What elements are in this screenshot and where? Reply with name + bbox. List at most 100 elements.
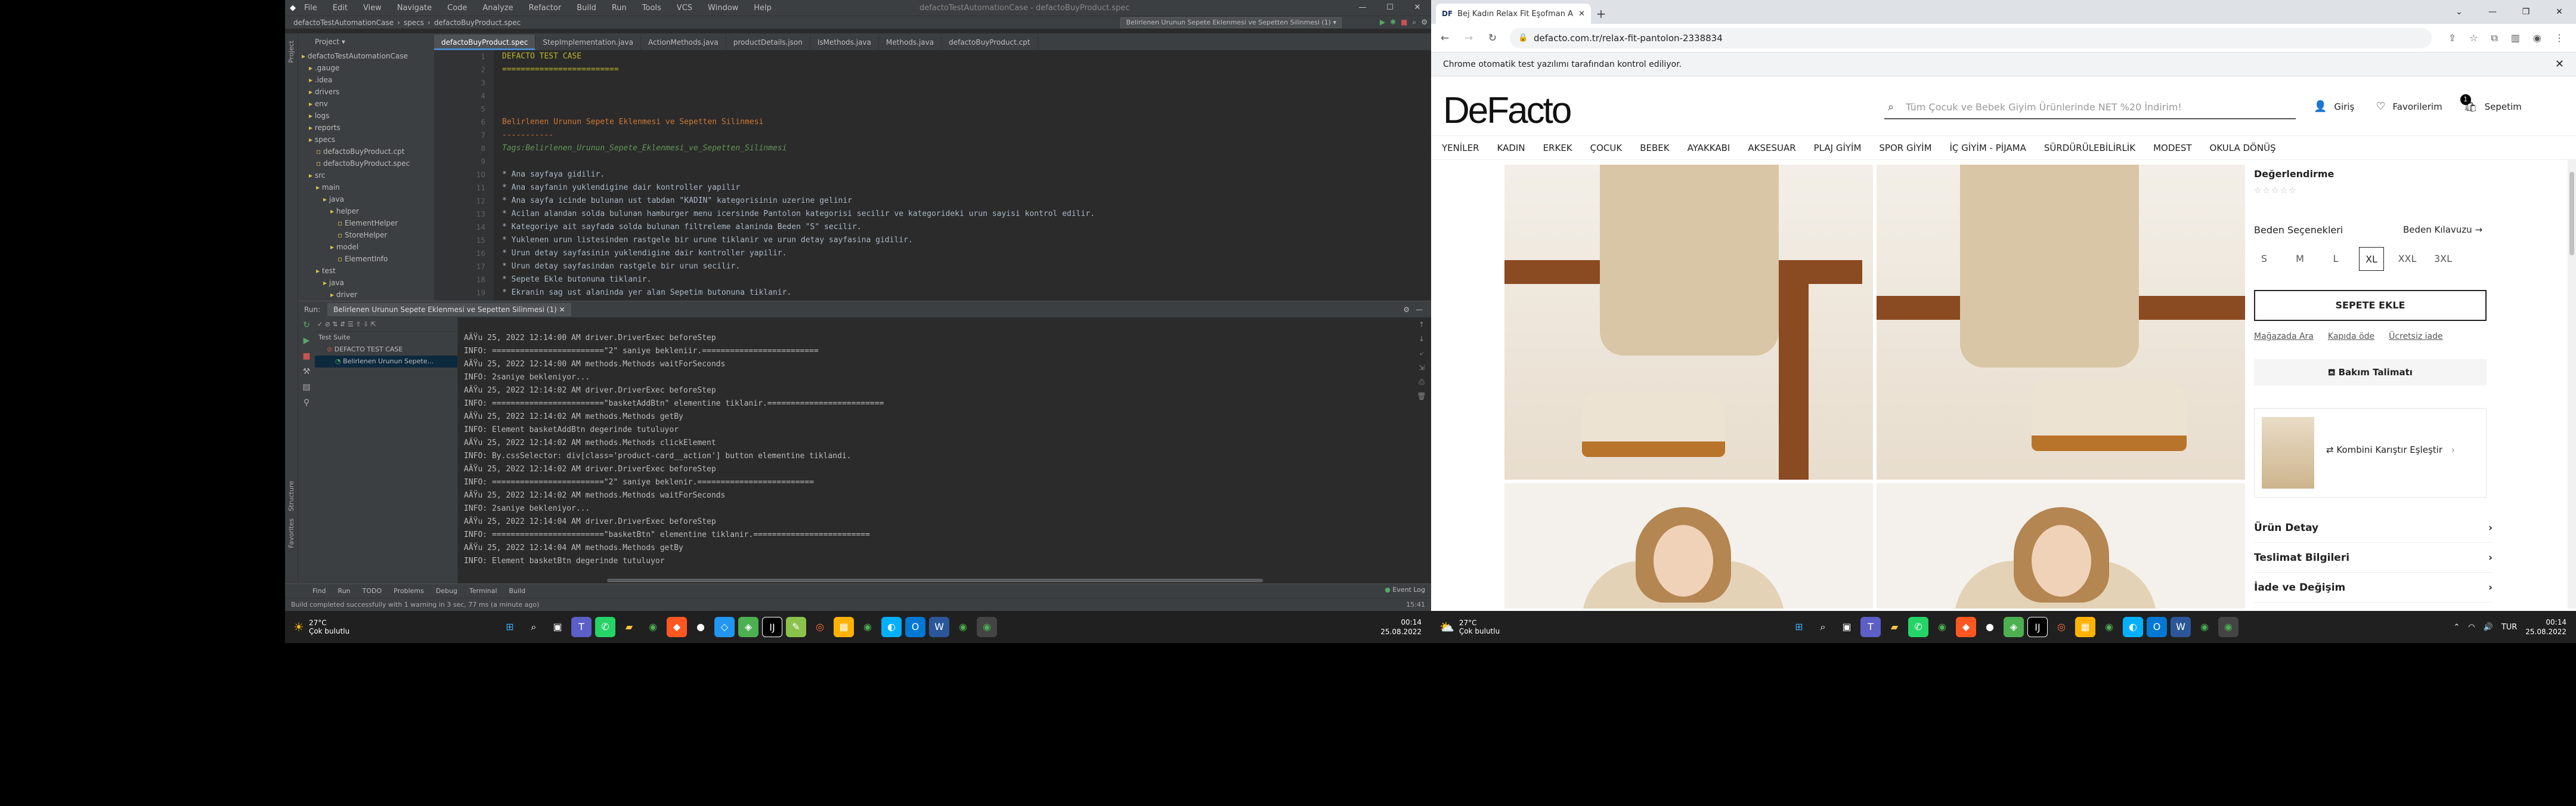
bottom-tab-run[interactable]: Run [338,587,351,595]
add-to-cart-button[interactable]: SEPETE EKLE [2254,290,2487,321]
tree-node[interactable]: ▸ reports [298,122,434,134]
bottom-tab-problems[interactable]: Problems [394,587,424,595]
bottom-tab-build[interactable]: Build [509,587,526,595]
favorites-link[interactable]: ♡ Favorilerim [2376,100,2442,113]
size-option-s[interactable]: S [2252,247,2277,271]
menu-item-help[interactable]: Help [754,4,772,13]
page-scrollbar[interactable] [2568,160,2576,609]
product-image-1[interactable] [1504,165,1873,480]
browser-maximize-icon[interactable]: ❐ [2509,0,2543,24]
reload-icon[interactable]: ↻ [1486,32,1499,44]
run-play-icon[interactable]: ▶ [298,333,315,348]
tree-node[interactable]: ▸ src [298,169,434,181]
scroll-up-icon[interactable]: ↑ [1412,317,1431,332]
bookmark-star-icon[interactable]: ☆ [2469,32,2478,44]
tree-node[interactable]: ▸ test [298,265,434,277]
chrome-icon-5[interactable]: ◉ [1932,617,1952,637]
tree-node[interactable]: ▫ ElementHelper [298,217,434,229]
firefox-icon-2[interactable]: ◎ [2051,617,2072,637]
stop-run-icon[interactable]: ■ [298,348,315,364]
settings-icon[interactable]: ⚙ [1421,18,1428,27]
project-dropdown[interactable]: Project [315,38,339,46]
free-return-link[interactable]: Ücretsiz iade [2389,332,2442,341]
outlook-icon-2[interactable]: O [2147,617,2167,637]
url-field[interactable]: 🔒 defacto.com.tr/relax-fit-pantolon-2338… [1510,27,2432,48]
teams-icon[interactable]: T [571,617,592,637]
tree-node[interactable]: ▸ main [298,181,434,193]
chrome-icon-3[interactable]: ◉ [953,617,973,637]
run-icon[interactable]: ▶ [1380,18,1385,27]
editor-tab[interactable]: Methods.java [879,35,942,50]
test-scenario-node[interactable]: ◔ Belirlenen Urunun Sepete... [315,356,457,368]
layout-icon[interactable]: ▤ [298,379,315,395]
taskbar-clock[interactable]: 00:14 25.08.2022 [1380,617,1431,637]
size-option-m[interactable]: M [2287,247,2312,271]
github-icon[interactable]: ● [691,617,711,637]
size-guide-link[interactable]: Beden Kılavuzu → [2403,224,2482,235]
product-image-2[interactable] [1877,165,2245,480]
menu-item-code[interactable]: Code [447,4,467,13]
app-icon-10[interactable]: ◐ [2123,617,2143,637]
test-suite-node[interactable]: Test Suite [315,332,457,344]
category-link[interactable]: PLAJ GİYİM [1814,143,1862,153]
product-image-3[interactable] [1504,483,1873,609]
combine-card[interactable]: ⇄ Kombini Karıştır Eşleştir › [2254,408,2487,498]
app-icon-1[interactable]: ◆ [667,617,687,637]
favorites-tool-tab[interactable]: Favorites [287,518,295,548]
size-option-3xl[interactable]: 3XL [2431,247,2456,271]
chrome-icon-6[interactable]: ◉ [2099,617,2119,637]
breadcrumb-project[interactable]: defactoTestAutomationCase [293,18,394,27]
search-everywhere-icon[interactable]: ⌕ [1413,18,1417,27]
app-icon-8[interactable]: ◈ [2004,617,2024,637]
weather-widget-2[interactable]: ⛅ 27°C Çok bulutlu [1431,619,1610,635]
accordion-item[interactable]: İade ve Değişim › [2254,573,2493,603]
site-search-input[interactable]: ⌕ Tüm Çocuk ve Bebek Giyim Ürünlerinde N… [1884,95,2296,119]
task-view-icon[interactable]: ▣ [547,617,568,637]
run-console[interactable]: AÄŸu 25, 2022 12:14:00 AM driver.DriverE… [458,317,1412,583]
product-image-4[interactable] [1877,483,2245,609]
app-icon-5[interactable]: ▦ [834,617,854,637]
close-icon[interactable]: ✕ [1404,0,1431,16]
outlook-icon[interactable]: O [905,617,925,637]
page-scrollbar-thumb[interactable] [2569,172,2574,255]
menu-item-navigate[interactable]: Navigate [397,4,432,13]
code-editor[interactable]: DEFACTO TEST CASE =======================… [494,50,1431,301]
infobar-close-icon[interactable]: ✕ [2555,53,2564,76]
tree-node[interactable]: ▸ java [298,277,434,289]
menu-item-build[interactable]: Build [577,4,596,13]
category-link[interactable]: ÇOCUK [1590,143,1623,153]
tree-node[interactable]: ▸ env [298,98,434,110]
scroll-down-icon[interactable]: ↓ [1412,332,1431,346]
test-case-node[interactable]: ⊘ DEFACTO TEST CASE [315,344,457,356]
accordion-item[interactable]: Ürün Detay › [2254,513,2493,543]
tree-node[interactable]: ▸ helper [298,205,434,217]
run-configuration-select[interactable]: Belirlenen Urunun Sepete Eklenmesi ve Se… [1120,17,1342,28]
console-h-scrollbar[interactable] [607,579,1263,582]
stop-icon[interactable]: ■ [1401,18,1407,27]
word-icon[interactable]: W [929,617,949,637]
tree-node[interactable]: ▸ .gauge [298,62,434,74]
volume-icon[interactable]: 🔊 [2484,623,2493,632]
editor-tab[interactable]: IsMethods.java [810,35,879,50]
category-link[interactable]: AYAKKABI [1688,143,1730,153]
menu-kebab-icon[interactable]: ⋮ [2555,32,2564,44]
category-link[interactable]: İÇ GİYİM - PİJAMA [1950,143,2026,153]
debug-icon[interactable]: ✱ [1390,18,1396,27]
app-icon-9[interactable]: ▦ [2075,617,2095,637]
tray-chevron-icon[interactable]: ⌃ [2453,623,2460,632]
editor-tab[interactable]: ActionMethods.java [641,35,726,50]
structure-tool-tab[interactable]: Structure [287,481,295,511]
tree-node[interactable]: ▸ model [298,241,434,253]
browser-close-icon[interactable]: ✕ [2543,0,2576,24]
github-icon-2[interactable]: ● [1980,617,2000,637]
whatsapp-icon-2[interactable]: ✆ [1908,617,1928,637]
menu-item-run[interactable]: Run [612,4,627,13]
scroll-end-icon[interactable]: ⇲ [1412,360,1431,375]
cart-link[interactable]: 🛍 1 Sepetim [2460,94,2522,113]
editor-tab[interactable]: StepImplementation.java [535,35,641,50]
category-link[interactable]: KADIN [1497,143,1525,153]
bottom-tab-debug[interactable]: Debug [436,587,457,595]
category-link[interactable]: ERKEK [1543,143,1572,153]
category-link[interactable]: SÜRDÜRÜLEBİLİRLİK [2044,143,2135,153]
tree-node[interactable]: ▫ defactoBuyProduct.cpt [298,146,434,158]
